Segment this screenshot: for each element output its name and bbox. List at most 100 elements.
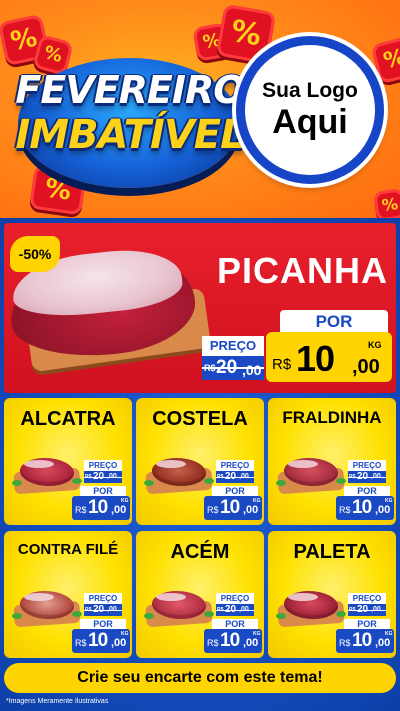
product-name: ACÉM — [170, 541, 230, 563]
old-price: R$20,00 — [348, 604, 386, 616]
herb-garnish-icon — [204, 478, 214, 484]
strikethrough-line — [348, 477, 386, 478]
currency: R$ — [272, 356, 292, 373]
currency: R$ — [339, 505, 351, 515]
product-card[interactable]: ALCATRAPREÇOR$20,00PORR$10,00KG — [4, 398, 132, 525]
logo-placeholder: Sua Logo Aqui — [236, 36, 384, 184]
price-decimals: ,00 — [111, 504, 127, 516]
herb-garnish-icon — [144, 480, 154, 486]
herb-garnish-icon — [336, 611, 346, 617]
herb-garnish-icon — [144, 613, 154, 619]
unit-label: KG — [121, 498, 129, 504]
strikethrough-line — [216, 477, 254, 478]
product-image — [276, 589, 346, 628]
old-price: R$20,00 — [216, 604, 254, 616]
price-integer: 10 — [88, 630, 108, 651]
product-card[interactable]: FRALDINHAPREÇOR$20,00PORR$10,00KG — [268, 398, 396, 525]
product-image — [12, 589, 82, 628]
price-decimals: ,00 — [375, 504, 391, 516]
flyer-page: % % % % % % % FEVEREIRO IMBATÍVEL Sua Lo… — [0, 0, 400, 711]
herb-garnish-icon — [72, 611, 82, 617]
new-price: R$ 10,00 KG — [72, 496, 130, 520]
old-price: R$20,00 — [216, 471, 254, 483]
fat-marbling — [156, 460, 186, 468]
disclaimer-text: *Imagens Meramente Ilustrativas — [6, 698, 109, 705]
price-decimals: ,00 — [243, 637, 259, 649]
currency: R$ — [75, 505, 87, 515]
product-image — [12, 456, 82, 495]
price-integer: 10 — [220, 630, 240, 651]
old-price: R$20,00 — [84, 471, 122, 483]
old-price: R$20,00 — [348, 471, 386, 483]
percent-tag-icon: % — [373, 188, 400, 218]
fat-marbling — [288, 593, 318, 601]
product-card[interactable]: ACÉMPREÇOR$20,00PORR$10,00KG — [136, 531, 264, 658]
unit-label: KG — [385, 631, 393, 637]
campaign-title-line1: FEVEREIRO — [15, 68, 245, 112]
header-banner: % % % % % % % FEVEREIRO IMBATÍVEL Sua Lo… — [0, 0, 400, 218]
currency: R$ — [75, 638, 87, 648]
product-name: COSTELA — [152, 408, 248, 430]
currency: R$ — [207, 638, 219, 648]
unit-label: KG — [385, 498, 393, 504]
fat-marbling — [156, 593, 186, 601]
product-image — [144, 456, 214, 495]
herb-garnish-icon — [12, 480, 22, 486]
product-name: PALETA — [293, 541, 371, 563]
fat-marbling — [24, 460, 54, 468]
new-price: R$ 10,00 KG — [204, 496, 262, 520]
herb-garnish-icon — [204, 611, 214, 617]
campaign-title-line2: IMBATÍVEL — [15, 112, 245, 158]
fat-marbling — [24, 593, 54, 601]
strikethrough-line — [202, 367, 264, 369]
herb-garnish-icon — [336, 478, 346, 484]
old-price-label: PREÇO — [216, 460, 254, 471]
logo-text-line2: Aqui — [272, 103, 348, 141]
product-name: FRALDINHA — [282, 408, 382, 427]
product-image — [144, 589, 214, 628]
strikethrough-line — [84, 477, 122, 478]
price-integer: 10 — [296, 338, 335, 379]
new-price: R$ 10,00 KG — [336, 496, 394, 520]
strikethrough-line — [84, 610, 122, 611]
old-price-label: PREÇO — [84, 460, 122, 471]
product-name: ALCATRA — [20, 408, 116, 430]
new-price: R$ 10,00 KG — [72, 629, 130, 653]
old-price-label: PREÇO — [84, 593, 122, 604]
unit-label: KG — [253, 631, 261, 637]
price-integer: 10 — [220, 497, 240, 518]
old-price-label: PREÇO — [348, 593, 386, 604]
hero-product-name: PICANHA — [216, 250, 388, 291]
currency: R$ — [339, 638, 351, 648]
price-decimals: ,00 — [243, 504, 259, 516]
hero-old-price: R$ 20 ,00 — [202, 356, 264, 380]
old-price-label: PREÇO — [216, 593, 254, 604]
product-image — [276, 456, 346, 495]
new-price: R$ 10,00 KG — [336, 629, 394, 653]
logo-text-line1: Sua Logo — [262, 79, 358, 102]
price-decimals: ,00 — [352, 356, 380, 378]
price-decimals: ,00 — [375, 637, 391, 649]
price-integer: 10 — [352, 630, 372, 651]
old-price: R$20,00 — [84, 604, 122, 616]
product-card[interactable]: PALETAPREÇOR$20,00PORR$10,00KG — [268, 531, 396, 658]
hero-new-price: R$ 10 ,00 KG — [266, 332, 392, 382]
herb-garnish-icon — [276, 613, 286, 619]
product-card[interactable]: COSTELAPREÇOR$20,00PORR$10,00KG — [136, 398, 264, 525]
old-price-label: PREÇO — [348, 460, 386, 471]
hero-old-price-label: PREÇO — [202, 336, 264, 356]
herb-garnish-icon — [72, 478, 82, 484]
price-decimals: ,00 — [242, 362, 262, 378]
unit-label: KG — [253, 498, 261, 504]
product-name: CONTRA FILÉ — [17, 541, 119, 558]
product-card[interactable]: CONTRA FILÉPREÇOR$20,00PORR$10,00KG — [4, 531, 132, 658]
strikethrough-line — [348, 610, 386, 611]
fat-marbling — [288, 460, 318, 468]
new-price: R$ 10,00 KG — [204, 629, 262, 653]
discount-badge: -50% — [10, 236, 60, 272]
herb-garnish-icon — [12, 613, 22, 619]
hero-new-price-label: POR — [280, 310, 388, 334]
currency: R$ — [207, 505, 219, 515]
create-flyer-button[interactable]: Crie seu encarte com este tema! — [4, 663, 396, 693]
strikethrough-line — [216, 610, 254, 611]
